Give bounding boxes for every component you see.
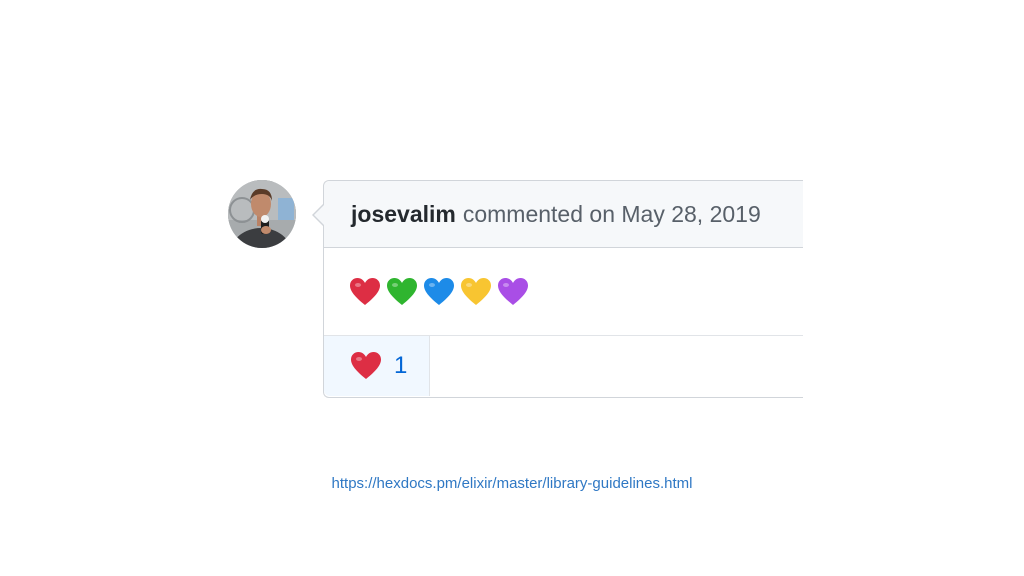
red-heart-icon: [351, 352, 381, 379]
comment-header: josevalim commented on May 28, 2019: [324, 181, 803, 248]
green-heart-icon: [387, 277, 417, 305]
reactions-empty-area: [430, 336, 803, 396]
blue-heart-icon: [424, 277, 454, 305]
heart-reaction-button[interactable]: 1: [324, 336, 430, 396]
avatar-photo-icon: [228, 180, 296, 248]
source-link[interactable]: https://hexdocs.pm/elixir/master/library…: [0, 475, 1024, 492]
reaction-count: 1: [394, 352, 408, 379]
user-avatar[interactable]: [228, 180, 296, 248]
red-heart-icon: [350, 277, 380, 305]
comment-caret-fill: [314, 204, 325, 226]
comment-body: [324, 248, 803, 336]
purple-heart-icon: [498, 277, 528, 305]
comment-box: josevalim commented on May 28, 2019 1: [312, 180, 803, 398]
reactions-bar: 1: [324, 336, 803, 396]
slide: josevalim commented on May 28, 2019 1 ht…: [0, 0, 1024, 576]
yellow-heart-icon: [461, 277, 491, 305]
comment-author[interactable]: josevalim: [351, 201, 456, 228]
comment-timestamp[interactable]: commented on May 28, 2019: [463, 201, 761, 228]
